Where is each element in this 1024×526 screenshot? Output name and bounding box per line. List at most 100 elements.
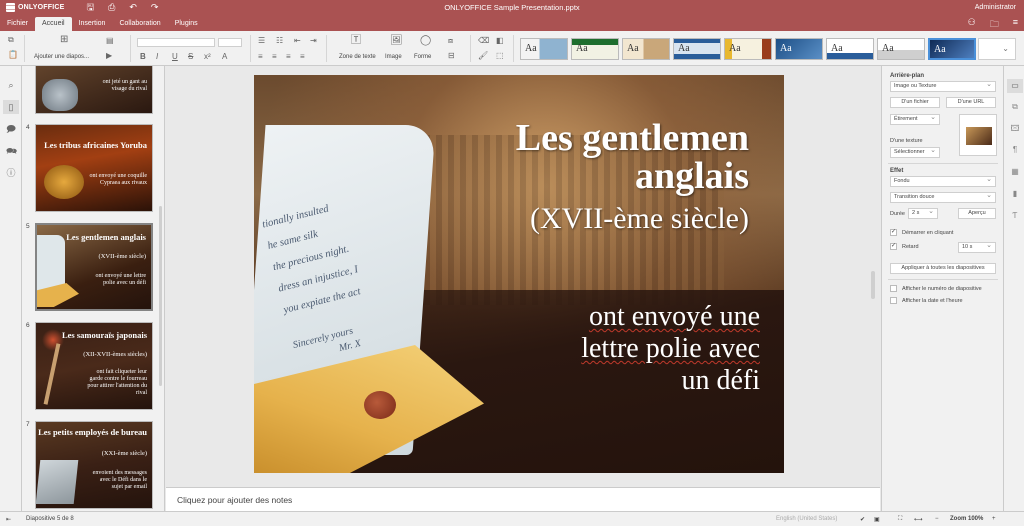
slide-size-icon[interactable]: ⬚ [496,52,504,60]
from-file-button[interactable]: D'un fichier [890,97,940,108]
font-color-icon[interactable]: A [222,53,227,61]
print-icon[interactable]: ⎙ [108,3,115,12]
slide-layout-icon[interactable]: ▤ [106,37,114,45]
preview-icon[interactable]: ▣ [874,516,880,523]
strikethrough-icon[interactable]: S [188,53,193,61]
justify-icon[interactable]: ≡ [300,53,305,61]
text-art-settings-icon[interactable]: Ƭ [1010,211,1020,220]
from-url-button[interactable]: D'une URL [946,97,996,108]
table-settings-icon[interactable]: ▦ [1010,167,1020,176]
editor-scrollbar[interactable] [870,66,876,487]
spellcheck-icon[interactable]: ✔ [860,516,865,523]
italic-icon[interactable]: I [156,53,158,61]
theme-thumb-5[interactable]: Aa [724,38,772,60]
chart-settings-icon[interactable]: ▮ [1010,189,1020,198]
image-settings-icon[interactable]: 🖾 [1010,123,1020,137]
arrange-icon[interactable]: ⧈ [448,37,453,45]
superscript-icon[interactable]: x² [204,53,211,61]
fit-slide-icon[interactable]: ⛶ [898,516,902,523]
tab-file[interactable]: Fichier [0,17,35,31]
fill-type-select[interactable]: Image ou Texture [890,80,996,92]
language-select[interactable]: English (United States) [776,516,837,522]
delay-checkbox[interactable]: ✓ [890,243,897,250]
redo-icon[interactable]: ↷ [151,3,159,12]
add-slide-button[interactable]: Ajouter une diapos... [34,54,89,60]
slide-thumbnail-7[interactable]: Les petits employés de bureau (XXI-ème s… [35,421,153,509]
thumbnails-scrollbar[interactable] [159,206,162,386]
slide-thumbnail-3[interactable]: ont jeté un gant au visage du rival [35,66,153,114]
zoom-out-icon[interactable]: − [935,516,939,522]
decrease-indent-icon[interactable]: ⇤ [294,37,301,45]
tab-home[interactable]: Accueil [35,17,72,31]
align-center-icon[interactable]: ≡ [272,53,277,61]
user-name[interactable]: Administrator [975,4,1016,11]
fit-width-icon[interactable]: ⟷ [914,516,923,523]
clear-style-icon[interactable]: ⌫ [478,37,489,45]
transition-select[interactable]: Transition douce [890,191,996,203]
undo-icon[interactable]: ↶ [129,3,137,12]
copy-style-icon[interactable]: 🖌 [478,52,488,60]
theme-thumb-1[interactable]: Aa [520,38,568,60]
tab-insert[interactable]: Insertion [72,17,113,31]
chat-icon[interactable]: 🗪 [6,146,17,156]
slides-panel-icon[interactable]: ▯ [3,100,19,114]
theme-thumb-2[interactable]: Aa [571,38,619,60]
theme-thumb-6[interactable]: Aa [775,38,823,60]
texture-select[interactable]: Sélectionner [890,146,940,158]
image-button[interactable]: Image [385,54,402,60]
slide-subtitle[interactable]: (XVII-ème siècle) [530,203,749,235]
color-scheme-icon[interactable]: ◧ [496,37,504,45]
theme-gallery-expand-button[interactable]: ⌄ [978,38,1016,60]
effect-select[interactable]: Fondu [890,175,996,187]
stretch-select[interactable]: Étirement [890,113,940,125]
show-date-checkbox[interactable] [890,297,897,304]
first-slide-icon[interactable]: ⇤ [6,516,11,523]
copy-icon[interactable]: ⧉ [8,36,14,44]
theme-thumb-8[interactable]: Aa [877,38,925,60]
slide-show-icon[interactable]: ▶ [106,52,112,60]
shape-button[interactable]: Forme [414,54,431,60]
increase-indent-icon[interactable]: ⇥ [310,37,317,45]
shape-settings-icon[interactable]: ⧉ [1010,102,1020,112]
search-icon[interactable]: ⌕ [6,80,16,90]
underline-icon[interactable]: U [172,53,178,61]
slide-thumbnail-4[interactable]: Les tribus africaines Yoruba ont envoyé … [35,124,153,212]
font-size-select[interactable] [218,38,242,47]
editor-scrollbar-thumb[interactable] [871,271,875,299]
slide-thumbnail-6[interactable]: Les samouraïs japonais (XII-XVII-èmes si… [35,322,153,410]
bullets-icon[interactable]: ☰ [258,37,265,45]
font-name-select[interactable] [137,38,215,47]
text-box-button[interactable]: Zone de texte [339,54,376,60]
save-icon[interactable]: 🖫 [86,3,94,12]
theme-thumb-3[interactable]: Aa [622,38,670,60]
slide-title[interactable]: Les gentlemen anglais [516,119,749,195]
slide-settings-icon[interactable]: ▭ [1007,79,1023,93]
paragraph-settings-icon[interactable]: ¶ [1010,145,1020,154]
align-left-icon[interactable]: ≡ [258,53,263,61]
current-slide[interactable]: tionally insulted he same silk the preci… [254,75,784,473]
text-box-icon[interactable]: 🅃 [351,36,361,46]
theme-thumb-4[interactable]: Aa [673,38,721,60]
zoom-in-icon[interactable]: + [992,516,996,522]
align-shape-icon[interactable]: ⊟ [448,52,455,60]
shape-icon[interactable]: ◯ [420,36,431,46]
slide-body-text[interactable]: ont envoyé une lettre polie avec un défi [581,301,760,397]
about-icon[interactable]: ⓘ [6,168,16,178]
tab-plugins[interactable]: Plugins [168,17,205,31]
theme-thumb-9[interactable]: Aa [928,38,976,60]
duration-input[interactable]: 2 s [908,207,938,219]
theme-thumb-7[interactable]: Aa [826,38,874,60]
paste-icon[interactable]: 📋 [8,51,18,59]
show-slide-number-checkbox[interactable] [890,285,897,292]
bold-icon[interactable]: B [140,53,146,61]
notes-field[interactable]: Cliquez pour ajouter des notes [166,487,880,511]
numbering-icon[interactable]: ☷ [276,37,283,45]
start-on-click-checkbox[interactable]: ✓ [890,229,897,236]
tab-collaboration[interactable]: Collaboration [112,17,167,31]
slide-thumbnail-5[interactable]: Les gentlemen anglais (XVII-ème siècle) … [35,223,153,311]
add-slide-icon[interactable]: ⊞ [60,35,68,45]
preview-button[interactable]: Aperçu [958,208,996,219]
align-right-icon[interactable]: ≡ [286,53,291,61]
delay-input[interactable]: 10 s [958,241,996,253]
image-icon[interactable]: 🖼 [390,36,403,46]
